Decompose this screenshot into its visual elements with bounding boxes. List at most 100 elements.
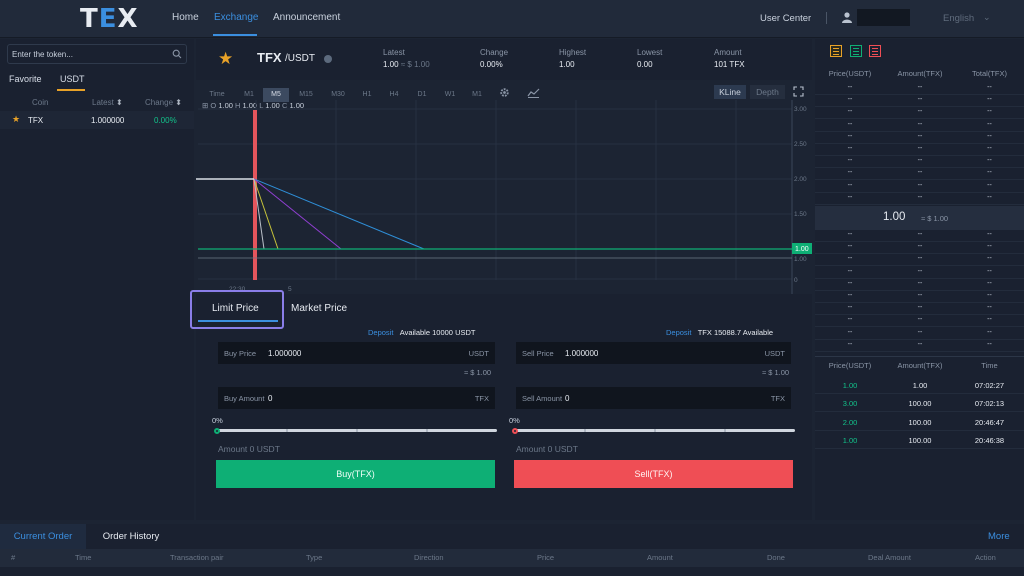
sell-amount-field[interactable]: Sell Amount 0 TFX <box>516 387 791 409</box>
change-value: 0.00% <box>480 60 503 69</box>
market-row[interactable]: ★ TFX 1.000000 0.00% <box>0 111 194 129</box>
sort-icon[interactable]: ⬍ <box>116 98 123 107</box>
bid-row[interactable]: -- -- -- <box>815 315 1024 328</box>
ask-row[interactable]: -- -- -- <box>815 132 1024 144</box>
tab-active-underline <box>57 89 85 91</box>
ask-row[interactable]: -- -- -- <box>815 120 1024 132</box>
ask-row[interactable]: -- -- -- <box>815 181 1024 193</box>
mid-price: 1.00 <box>883 211 906 223</box>
ask-row[interactable]: -- -- -- <box>815 193 1024 205</box>
user-center-link[interactable]: User Center <box>760 13 811 24</box>
chevron-down-icon[interactable]: ⌄ <box>983 12 991 23</box>
buy-deposit-link[interactable]: Deposit <box>368 328 393 337</box>
nav-announcement[interactable]: Announcement <box>273 12 340 23</box>
mid-price-bar: 1.00 ≈ $ 1.00 <box>815 206 1024 230</box>
trade-row[interactable]: 2.00 100.00 20:46:47 <box>815 413 1024 431</box>
language-select[interactable]: English <box>943 13 974 24</box>
ask-row[interactable]: -- -- -- <box>815 168 1024 181</box>
tab-usdt[interactable]: USDT <box>60 74 85 84</box>
bid-row[interactable]: -- -- -- <box>815 254 1024 267</box>
column-latest[interactable]: Latest ⬍ <box>92 98 123 107</box>
highest-label: Highest <box>559 48 587 57</box>
nav-divider <box>826 12 827 24</box>
trade-row[interactable]: 3.00 100.00 07:02:13 <box>815 394 1024 413</box>
sell-button[interactable]: Sell(TFX) <box>514 460 793 488</box>
sell-price-usd: ≈ $ 1.00 <box>762 368 790 377</box>
tex-logo[interactable]: TEX <box>80 4 139 34</box>
trade-row[interactable]: 1.00 100.00 20:46:38 <box>815 431 1024 449</box>
indicator-icon[interactable] <box>527 87 540 98</box>
tab-order-history[interactable]: Order History <box>86 524 176 549</box>
sell-balance: Deposit TFX 15088.7 Available <box>666 328 774 337</box>
column-coin[interactable]: Coin <box>32 98 48 107</box>
bid-row[interactable]: -- -- -- <box>815 230 1024 242</box>
sort-icon[interactable]: ⬍ <box>175 98 182 107</box>
slider-tick <box>584 429 586 432</box>
sell-price-field[interactable]: Sell Price 1.000000 USDT <box>516 342 791 364</box>
bid-row[interactable]: -- -- -- <box>815 267 1024 279</box>
y-tick-label: 3.00 <box>794 106 807 113</box>
book-view-sell-icon[interactable] <box>869 45 881 57</box>
amount-value: 101 TFX <box>714 60 745 69</box>
price-chart[interactable]: 1.00 3.00 2.50 2.00 1.50 1.00 0 22:30 5 <box>196 100 812 294</box>
user-avatar-icon[interactable] <box>842 12 852 23</box>
kline-button[interactable]: KLine <box>714 85 746 99</box>
pair-quote: /USDT <box>285 53 315 64</box>
nav-exchange[interactable]: Exchange <box>214 12 258 23</box>
favorite-star-icon[interactable]: ★ <box>12 114 20 125</box>
sell-slider-handle[interactable] <box>512 428 518 434</box>
gear-icon[interactable] <box>499 87 510 98</box>
bid-row[interactable]: -- -- -- <box>815 291 1024 303</box>
slider-tick <box>356 429 358 432</box>
tab-favorite[interactable]: Favorite <box>9 74 42 84</box>
tab-market-price[interactable]: Market Price <box>291 303 347 314</box>
buy-percent: 0% <box>212 416 223 425</box>
bid-row[interactable]: -- -- -- <box>815 242 1024 255</box>
ask-row[interactable]: -- -- -- <box>815 83 1024 95</box>
buy-button[interactable]: Buy(TFX) <box>216 460 495 488</box>
tab-current-order[interactable]: Current Order <box>0 524 86 549</box>
latest-label: Latest <box>383 48 405 57</box>
bid-row[interactable]: -- -- -- <box>815 279 1024 291</box>
ask-row[interactable]: -- -- -- <box>815 144 1024 156</box>
ask-row[interactable]: -- -- -- <box>815 107 1024 120</box>
pair-base: TFX <box>257 50 282 65</box>
favorite-star-icon[interactable]: ★ <box>218 49 233 69</box>
sell-deposit-link[interactable]: Deposit <box>666 328 691 337</box>
slider-tick <box>654 429 656 432</box>
nav-active-underline <box>213 34 257 36</box>
ask-row[interactable]: -- -- -- <box>815 95 1024 108</box>
bid-row[interactable]: -- -- -- <box>815 303 1024 316</box>
username-box[interactable] <box>857 9 910 26</box>
y-tick-label: 2.50 <box>794 141 807 148</box>
ask-row[interactable]: -- -- -- <box>815 156 1024 169</box>
book-view-buy-icon[interactable] <box>850 45 862 57</box>
nav-home[interactable]: Home <box>172 12 199 23</box>
trade-row[interactable]: 1.00 1.00 07:02:27 <box>815 376 1024 394</box>
fullscreen-icon[interactable] <box>793 86 804 97</box>
latest-value: 1.00 ≈ $ 1.00 <box>383 60 430 69</box>
sell-percent: 0% <box>509 416 520 425</box>
y-tick-label: 1.50 <box>794 211 807 218</box>
column-change[interactable]: Change ⬍ <box>145 98 182 107</box>
depth-button[interactable]: Depth <box>750 85 785 99</box>
book-view-both-icon[interactable] <box>830 45 842 57</box>
buy-price-field[interactable]: Buy Price 1.000000 USDT <box>218 342 495 364</box>
bid-row[interactable]: -- -- -- <box>815 340 1024 352</box>
search-icon[interactable] <box>172 49 182 59</box>
buy-slider-handle[interactable] <box>214 428 220 434</box>
change-label: Change <box>480 48 509 57</box>
tab-focus-outline <box>190 290 284 329</box>
y-tick-label: 0 <box>794 277 798 284</box>
x-tick-label: 5 <box>288 286 292 293</box>
more-link[interactable]: More <box>988 531 1010 542</box>
buy-price-usd: ≈ $ 1.00 <box>464 368 492 377</box>
info-icon[interactable] <box>324 55 332 63</box>
buy-amount-field[interactable]: Buy Amount 0 TFX <box>218 387 495 409</box>
bid-row[interactable]: -- -- -- <box>815 328 1024 340</box>
token-search-input[interactable] <box>8 45 168 63</box>
market-list-header: Coin Latest ⬍ Change ⬍ <box>0 96 194 108</box>
amount-label: Amount <box>714 48 742 57</box>
y-tick-label: 2.00 <box>794 176 807 183</box>
market-row-change: 0.00% <box>154 116 177 125</box>
